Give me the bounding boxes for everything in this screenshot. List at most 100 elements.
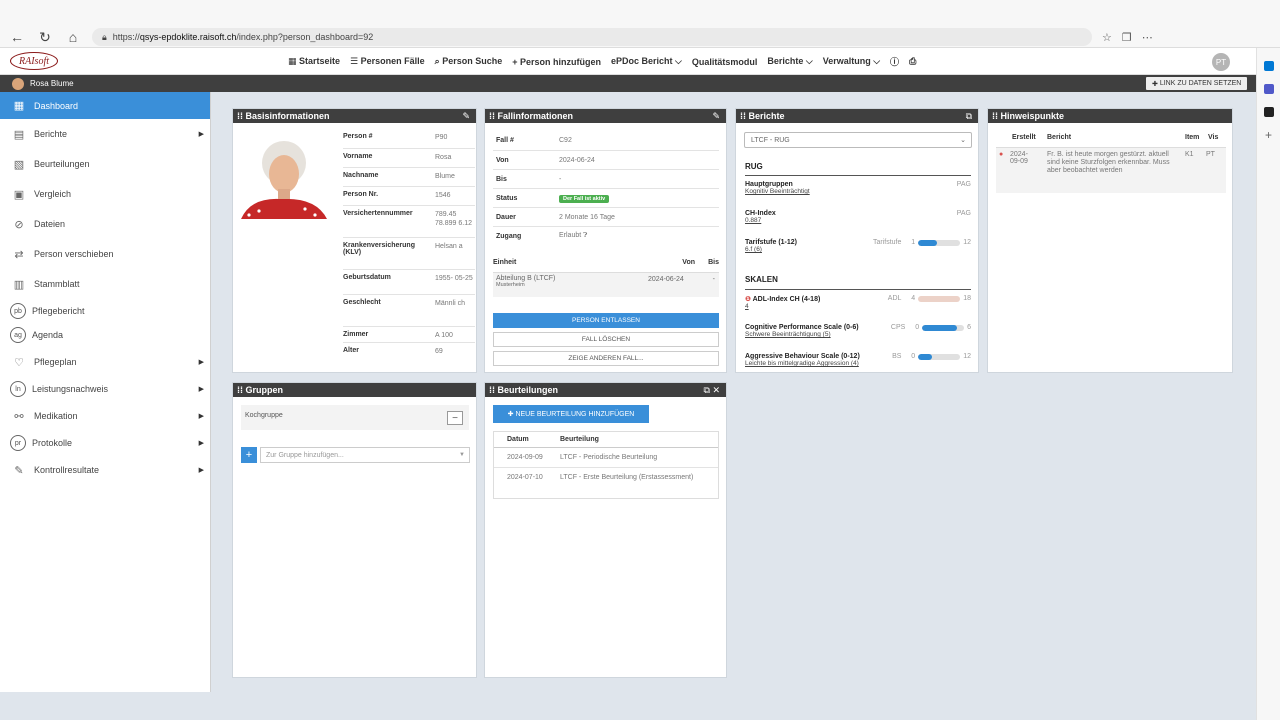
fall-row: Von 2024-06-24	[493, 150, 719, 169]
menu-person-hinzufuegen[interactable]: + Person hinzufügen	[512, 57, 601, 67]
report-select[interactable]: LTCF - RUG ⌄	[744, 132, 972, 148]
sidebar-item-label: Dateien	[34, 219, 66, 229]
basis-row: Alter 69	[343, 342, 475, 358]
sidebar-item-leistungsnachweis[interactable]: ln Leistungsnachweis ▶	[0, 377, 210, 401]
caret-right-icon: ▶	[198, 131, 204, 138]
sidebar-item-protokolle[interactable]: pr Protokolle ▶	[0, 431, 210, 455]
sidebar-item-dateien[interactable]: ⊘ Dateien	[0, 209, 210, 239]
sidebar-item-label: Vergleich	[34, 189, 72, 199]
panel-header: ⁞⁞ Hinweispunkte	[988, 109, 1232, 123]
patient-bar: Rosa Blume ✚ LINK ZU DATEN SETZEN	[0, 75, 1256, 92]
export-icon[interactable]: ⧉	[966, 111, 972, 122]
user-avatar[interactable]: PT	[1212, 53, 1230, 71]
print-icon[interactable]: ⎙	[909, 56, 916, 67]
chevron-down-icon: ⌄	[960, 137, 966, 144]
refresh-icon[interactable]: ↻	[34, 28, 56, 46]
menu-verwaltung[interactable]: Verwaltung ⌵	[823, 56, 880, 67]
collections-icon[interactable]: ❐	[1122, 31, 1132, 44]
menu-personen-faelle[interactable]: ☰ Personen Fälle	[350, 56, 425, 67]
panel-basisinformationen: ⁞⁞ Basisinformationen ✎ Person # P90 Vornam…	[232, 108, 477, 373]
home-icon[interactable]: ⌂	[62, 28, 84, 46]
unit-header: Einheit Von Bis	[493, 259, 719, 266]
fall-loeschen-button[interactable]: FALL LÖSCHEN	[493, 332, 719, 347]
sidebar-item-beurteilungen[interactable]: ▧ Beurteilungen	[0, 149, 210, 179]
outlook-icon[interactable]	[1263, 61, 1274, 71]
help-icon[interactable]: ❓︎	[581, 232, 587, 239]
skalen-heading: SKALEN	[745, 275, 778, 284]
sidebar-item-pflegebericht[interactable]: pb Pflegebericht	[0, 299, 210, 323]
compare-icon: ▣	[13, 188, 25, 201]
sidebar-item-pflegeplan[interactable]: ♡ Pflegeplan ▶	[0, 347, 210, 377]
table-row[interactable]: 2024-09-09 LTCF - Periodische Beurteilung	[494, 448, 718, 468]
sidebar-item-label: Person verschieben	[34, 249, 114, 259]
menu-berichte[interactable]: Berichte ⌵	[767, 56, 812, 67]
basis-row: Geburtsdatum 1955- 05-25	[343, 269, 475, 294]
address-row: ← ↻ ⌂ 🔒︎ https://qsys-epdoklite.raisoft.…	[0, 26, 1280, 48]
basis-row: Versichertennummer 789.45 78.899 6.12	[343, 205, 475, 237]
hauptgruppen-row: Hauptgruppen Kognitiv Beeinträchtigt PAG	[745, 181, 971, 195]
export-close-icons[interactable]: ⧉ ✕	[704, 385, 720, 396]
sidebar: ▦ Dashboard ▤ Berichte ▶ ▧ Beurteilungen ▣ Vergl…	[0, 92, 211, 692]
edit-icon[interactable]: ✎	[712, 111, 720, 122]
sidebar-item-berichte[interactable]: ▤ Berichte ▶	[0, 119, 210, 149]
person-entlassen-button[interactable]: PERSON ENTLASSEN	[493, 313, 719, 328]
caret-right-icon: ▶	[198, 467, 204, 474]
url-bar[interactable]: 🔒︎ https://qsys-epdoklite.raisoft.ch/ind…	[92, 28, 1092, 46]
add-icon[interactable]: +	[1264, 129, 1274, 141]
sidebar-item-dashboard[interactable]: ▦ Dashboard	[0, 92, 210, 119]
add-group-button[interactable]: +	[241, 447, 257, 463]
teams-icon[interactable]	[1263, 84, 1274, 94]
sidebar-item-medikation[interactable]: ⚯ Medikation ▶	[0, 401, 210, 431]
menu-qualitaetsmodul[interactable]: Qualitätsmodul	[692, 57, 758, 67]
cps-bar	[922, 324, 965, 331]
sidebar-item-vergleich[interactable]: ▣ Vergleich	[0, 179, 210, 209]
alert-icon: ●	[999, 151, 1004, 158]
anderen-fall-button[interactable]: ZEIGE ANDEREN FALL...	[493, 351, 719, 366]
basis-row: Zimmer A 100	[343, 326, 475, 342]
patient-name: Rosa Blume	[30, 79, 74, 88]
transfer-icon: ⇄	[14, 248, 24, 261]
assessment-icon: ▧	[13, 158, 25, 171]
sidebar-item-kontrollresultate[interactable]: ✎ Kontrollresultate ▶	[0, 455, 210, 485]
panel-header: ⁞⁞ Berichte ⧉	[736, 109, 978, 123]
new-assessment-button[interactable]: ✚ NEUE BEURTEILUNG HINZUFÜGEN	[493, 405, 649, 423]
gruppe-item: Kochgruppe −	[241, 405, 469, 430]
basis-table: Person # P90 Vorname Rosa Nachname Blume Perso…	[343, 129, 475, 358]
panel-hinweispunkte: ⁞⁞ Hinweispunkte Erstellt Bericht Item Vis …	[987, 108, 1233, 373]
table-row[interactable]: 2024-07-10 LTCF - Erste Beurteilung (Erst…	[494, 468, 718, 488]
sidebar-item-agenda[interactable]: ag Agenda	[0, 323, 210, 347]
sidebar-item-person-verschieben[interactable]: ⇄ Person verschieben	[0, 239, 210, 269]
hinweis-row[interactable]: ● 2024- 09-09 Fr. B. ist heute morgen ge…	[996, 147, 1226, 193]
panel-beurteilungen: ⁞⁞ Beurteilungen ⧉ ✕ ✚ NEUE BEURTEILUNG H…	[484, 382, 727, 678]
ch-index-row: CH-Index 0.887 PAG	[745, 210, 971, 224]
menu-startseite[interactable]: ▦ Startseite	[288, 56, 340, 67]
office-icon[interactable]	[1263, 107, 1274, 117]
info-icon[interactable]: ⓘ	[890, 55, 899, 68]
panel-header: ⁞⁞ Gruppen	[233, 383, 476, 397]
assessment-table: Datum Beurteilung 2024-09-09 LTCF - Period…	[493, 431, 719, 499]
adl-row: ❶ ADL-Index CH (4-18) 4 ADL 4 18	[745, 295, 971, 310]
ln-icon: ln	[10, 381, 26, 397]
sidebar-item-label: Dashboard	[34, 100, 79, 111]
sidebar-item-label: Leistungsnachweis	[32, 384, 109, 394]
remove-group-button[interactable]: −	[447, 411, 463, 425]
rug-heading: RUG	[745, 162, 763, 171]
patient-photo	[241, 129, 327, 219]
link-data-button[interactable]: ✚ LINK ZU DATEN SETZEN	[1146, 77, 1248, 90]
extensions-icon[interactable]: ⋯	[1142, 31, 1153, 44]
edit-icon[interactable]: ✎	[462, 111, 470, 122]
cps-row: Cognitive Performance Scale (0-6) Schwere…	[745, 324, 971, 338]
sidebar-item-label: Kontrollresultate	[34, 465, 100, 475]
main-menu: ▦ Startseite ☰ Personen Fälle ⌕ Person S…	[288, 48, 916, 75]
back-icon[interactable]: ←	[6, 28, 28, 46]
menu-person-suche[interactable]: ⌕ Person Suche	[435, 56, 503, 67]
fall-row: Dauer 2 Monate 16 Tage	[493, 207, 719, 226]
menu-epdoc-bericht[interactable]: ePDoc Bericht ⌵	[611, 56, 682, 67]
status-badge: Der Fall ist aktiv	[559, 194, 610, 203]
raisoft-logo[interactable]: RAIsoft	[10, 52, 58, 70]
sidebar-item-stammblatt[interactable]: ▥ Stammblatt	[0, 269, 210, 299]
star-icon[interactable]: ☆	[1102, 31, 1112, 44]
caret-right-icon: ▶	[198, 359, 204, 366]
group-select[interactable]: Zur Gruppe hinzufügen... ▼	[260, 447, 470, 463]
basis-row: Person # P90	[343, 133, 448, 141]
